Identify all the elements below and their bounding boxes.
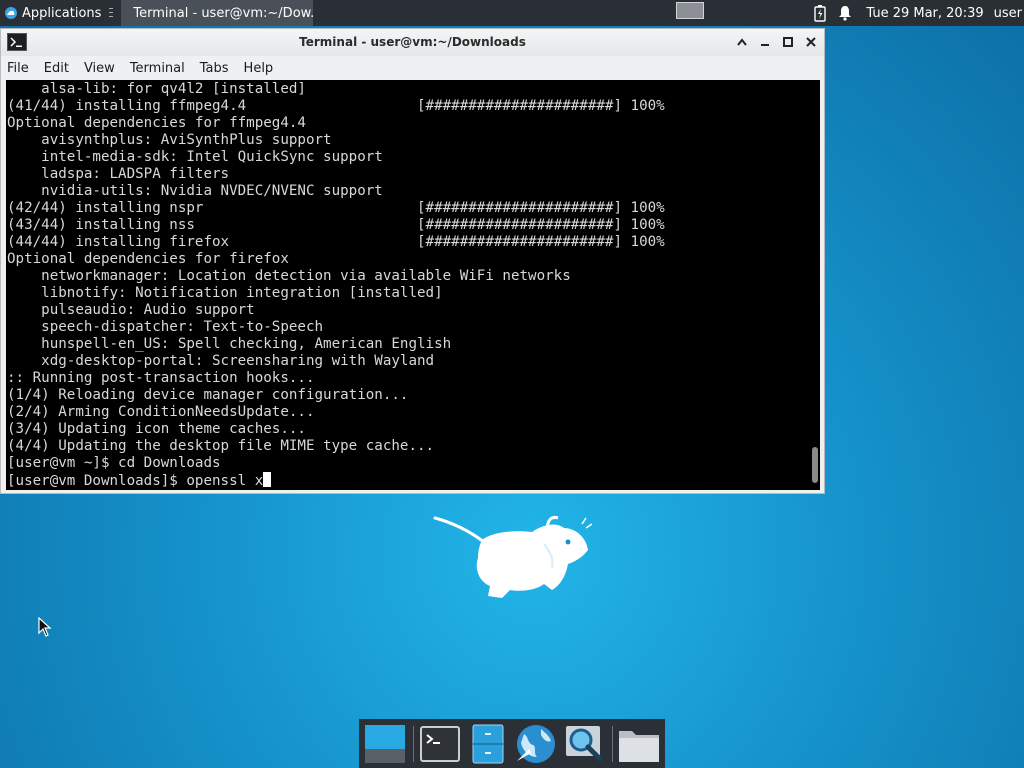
menu-help[interactable]: Help [244,61,274,76]
taskbar-terminal-button[interactable]: Terminal - user@vm:~/Dow... [121,0,314,26]
terminal-line: libnotify: Notification integration [ins… [7,285,443,301]
terminal-line: (3/4) Updating icon theme caches... [7,421,306,437]
terminal-line: speech-dispatcher: Text-to-Speech [7,319,324,335]
dock-web-browser-button[interactable] [513,721,559,767]
clock[interactable]: Tue 29 Mar, 20:39 [866,6,983,21]
menu-terminal[interactable]: Terminal [130,61,185,76]
menu-bar: File Edit View Terminal Tabs Help [1,56,824,80]
dock-file-manager-button[interactable] [465,721,511,767]
dock [359,719,665,768]
mouse-pointer-icon [38,617,52,637]
system-tray: Tue 29 Mar, 20:39 user [802,0,1024,26]
shade-window-button[interactable] [734,34,750,50]
terminal-line: pulseaudio: Audio support [7,302,255,318]
separator-dots-icon [109,8,114,17]
close-button[interactable] [803,34,819,50]
battery-icon[interactable] [814,4,827,22]
terminal-line: hunspell-en_US: Spell checking, American… [7,336,452,352]
menu-file[interactable]: File [7,61,29,76]
menu-edit[interactable]: Edit [44,61,69,76]
user-menu[interactable]: user [994,6,1022,21]
terminal-line: xdg-desktop-portal: Screensharing with W… [7,353,435,369]
dock-separator [413,725,414,762]
xfce-mouse-logo [433,516,592,598]
dock-home-folder-button[interactable] [616,721,662,767]
dock-terminal-button[interactable] [417,721,463,767]
terminal-line: nvidia-utils: Nvidia NVDEC/NVENC support [7,183,383,199]
close-icon [806,37,816,47]
globe-icon [517,724,555,763]
terminal-line: intel-media-sdk: Intel QuickSync support [7,149,383,165]
minimize-icon [761,44,769,46]
maximize-button[interactable] [780,34,796,50]
terminal-scrollbar[interactable] [812,447,818,483]
menu-view[interactable]: View [84,61,115,76]
terminal-line: alsa-lib: for qv4l2 [installed] [7,81,306,97]
terminal-line: (2/4) Arming ConditionNeedsUpdate... [7,404,315,420]
minimize-button[interactable] [757,34,773,50]
chevron-up-icon [737,38,747,46]
window-titlebar[interactable]: Terminal - user@vm:~/Downloads [1,29,824,56]
top-panel: Applications Terminal - user@vm:~/Dow...… [0,0,1024,26]
terminal-line: (44/44) installing firefox [############… [7,234,665,250]
notification-bell-icon[interactable] [838,5,852,21]
dock-separator [612,725,613,762]
terminal-line: :: Running post-transaction hooks... [7,370,315,386]
terminal-window: Terminal - user@vm:~/Downloads File Edit… [0,28,825,494]
window-title: Terminal - user@vm:~/Downloads [299,35,526,49]
terminal-line: (41/44) installing ffmpeg4.4 [##########… [7,98,665,114]
maximize-icon [783,37,793,47]
xfce-logo-icon [5,7,17,19]
terminal-line: [user@vm ~]$ cd Downloads [7,455,221,471]
applications-menu-button[interactable]: Applications [0,0,105,26]
menu-tabs[interactable]: Tabs [200,61,229,76]
dock-app-finder-button[interactable] [561,721,607,767]
applications-menu-label: Applications [22,5,102,21]
workspace-switcher[interactable] [676,2,704,19]
file-cabinet-icon [472,724,504,763]
folder-icon [619,730,659,762]
terminal-line: (43/44) installing nss [################… [7,217,665,233]
terminal-line: avisynthplus: AviSynthPlus support [7,132,332,148]
terminal-output: alsa-lib: for qv4l2 [installed] (41/44) … [6,80,820,490]
terminal-line: (4/4) Updating the desktop file MIME typ… [7,438,435,454]
show-desktop-icon [365,724,405,763]
terminal-line: (1/4) Reloading device manager configura… [7,387,409,403]
text-cursor [263,472,272,487]
magnifier-icon [566,725,603,761]
terminal-output-area[interactable]: alsa-lib: for qv4l2 [installed] (41/44) … [6,80,820,490]
terminal-line: Optional dependencies for firefox [7,251,289,267]
terminal-line: networkmanager: Location detection via a… [7,268,571,284]
terminal-line: ladspa: LADSPA filters [7,166,230,182]
terminal-line: Optional dependencies for ffmpeg4.4 [7,115,306,131]
taskbar-terminal-label: Terminal - user@vm:~/Dow... [133,5,314,21]
terminal-icon [420,725,460,762]
command-prompt-line: [user@vm Downloads]$ openssl x [7,473,264,489]
terminal-line: (42/44) installing nspr [###############… [7,200,665,216]
show-desktop-button[interactable] [362,721,408,767]
